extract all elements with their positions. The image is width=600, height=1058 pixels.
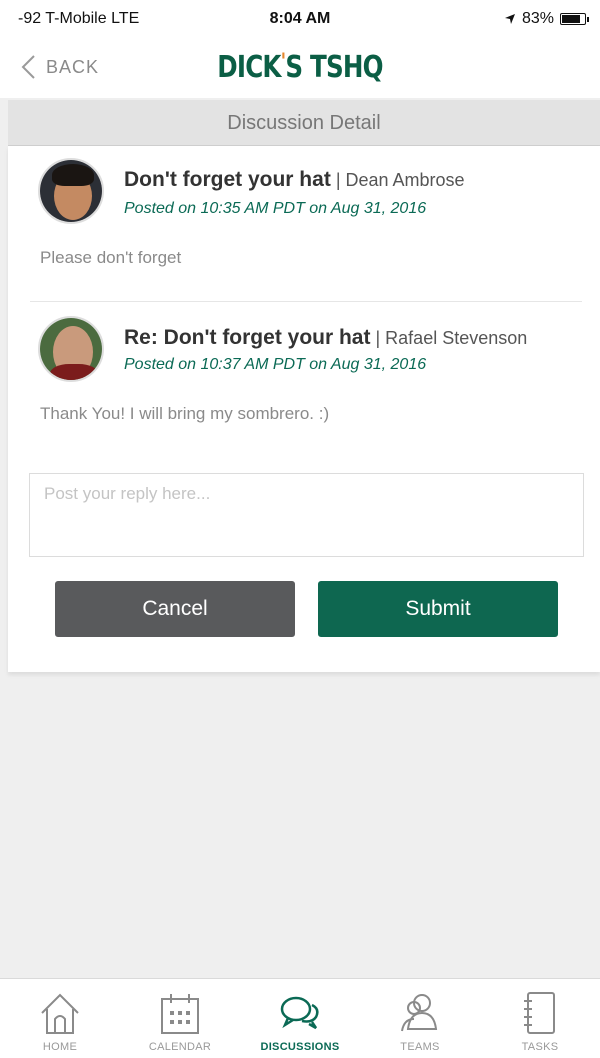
page-title: Discussion Detail: [8, 100, 600, 146]
tab-label: TASKS: [521, 1041, 559, 1053]
tab-bar: HOME CALENDAR DISCUSSIONS TEAMS TASKS: [0, 978, 600, 1058]
calendar-icon: [161, 994, 199, 1034]
battery-icon: [560, 13, 589, 25]
post-subject: Re: Don't forget your hat: [124, 326, 371, 349]
tab-label: CALENDAR: [148, 1041, 212, 1053]
home-icon: [41, 993, 79, 1034]
tab-label: HOME: [42, 1041, 78, 1053]
status-bar: -92 T-Mobile LTE 8:04 AM 83%: [0, 0, 600, 40]
avatar[interactable]: [38, 316, 104, 382]
post-title: Re: Don't forget your hat | Rafael Steve…: [124, 326, 527, 350]
post-author[interactable]: Dean Ambrose: [346, 170, 465, 190]
post-body: Please don't forget: [40, 248, 182, 267]
chevron-left-icon: [21, 55, 35, 79]
post-separator: |: [370, 328, 386, 348]
tab-tasks[interactable]: TASKS: [480, 979, 600, 1058]
status-right: 83%: [504, 10, 589, 28]
tab-teams[interactable]: TEAMS: [360, 979, 480, 1058]
avatar[interactable]: [38, 158, 104, 224]
post-subject: Don't forget your hat: [124, 168, 331, 191]
teams-icon: [401, 994, 438, 1032]
tasks-icon: [524, 992, 555, 1034]
discussions-icon: [280, 996, 319, 1030]
post-title: Don't forget your hat | Dean Ambrose: [124, 168, 465, 192]
location-arrow-icon: [504, 14, 515, 24]
submit-button[interactable]: Submit: [318, 581, 558, 637]
post-date: Posted on 10:35 AM PDT on Aug 31, 2016: [124, 200, 427, 217]
post-divider: [30, 301, 582, 302]
tab-discussions[interactable]: DISCUSSIONS: [240, 979, 360, 1058]
nav-bar: BACK DICK'S TSHQ: [0, 40, 600, 98]
tab-home[interactable]: HOME: [0, 979, 120, 1058]
post-separator: |: [330, 170, 346, 190]
post-date: Posted on 10:37 AM PDT on Aug 31, 2016: [124, 356, 427, 373]
tab-label: DISCUSSIONS: [260, 1041, 340, 1053]
reply-input[interactable]: [29, 473, 584, 557]
post-body: Thank You! I will bring my sombrero. :): [40, 404, 330, 423]
post-author[interactable]: Rafael Stevenson: [385, 328, 527, 348]
tab-label: TEAMS: [400, 1041, 440, 1053]
tab-calendar[interactable]: CALENDAR: [120, 979, 240, 1058]
brand-logo: DICK'S TSHQ: [217, 50, 383, 85]
discussion-detail: Don't forget your hat | Dean Ambrose Pos…: [8, 146, 600, 672]
cancel-button[interactable]: Cancel: [55, 581, 295, 637]
battery-percent: 83%: [521, 10, 554, 27]
